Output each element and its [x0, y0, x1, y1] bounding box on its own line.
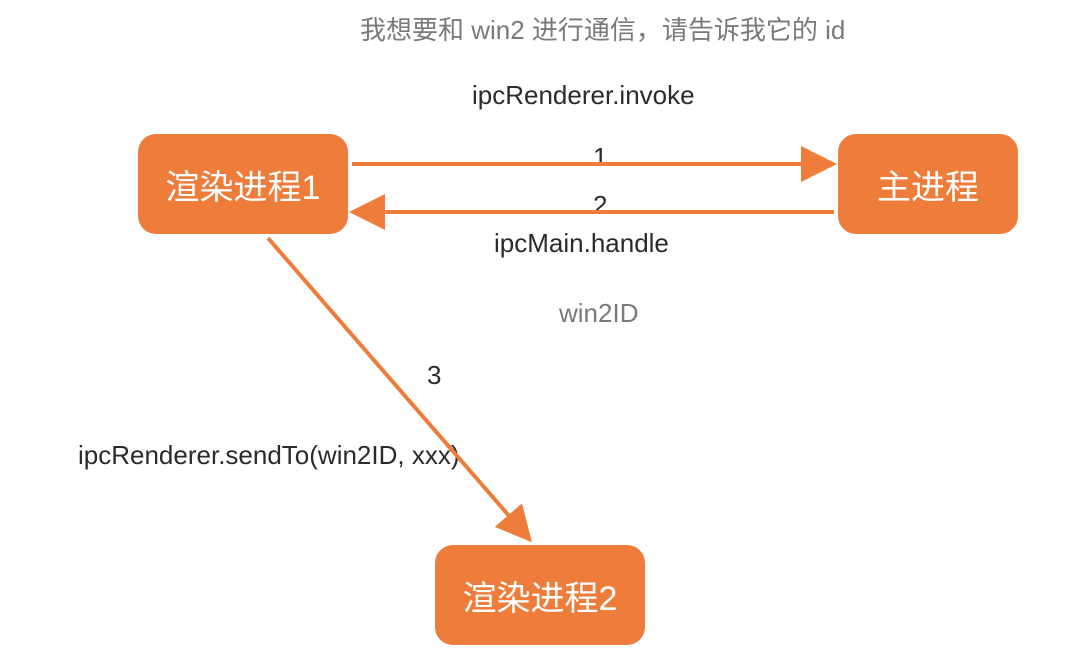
edge3-arrow — [268, 238, 530, 540]
edge2-number: 2 — [593, 190, 607, 221]
diagram-title: 我想要和 win2 进行通信，请告诉我它的 id — [360, 10, 845, 47]
node-renderer-2: 渲染进程2 — [435, 545, 645, 645]
node-main-process: 主进程 — [838, 134, 1018, 234]
diagram-canvas: 我想要和 win2 进行通信，请告诉我它的 id 渲染进程1 主进程 渲染进程2… — [0, 0, 1087, 662]
edge1-label: ipcRenderer.invoke — [472, 80, 695, 111]
payload-label: win2ID — [559, 298, 638, 329]
node-renderer-1: 渲染进程1 — [138, 134, 348, 234]
edge2-label: ipcMain.handle — [494, 228, 669, 259]
edge3-label: ipcRenderer.sendTo(win2ID, xxx) — [78, 440, 460, 471]
edge3-number: 3 — [427, 360, 441, 391]
edge1-number: 1 — [593, 142, 607, 173]
